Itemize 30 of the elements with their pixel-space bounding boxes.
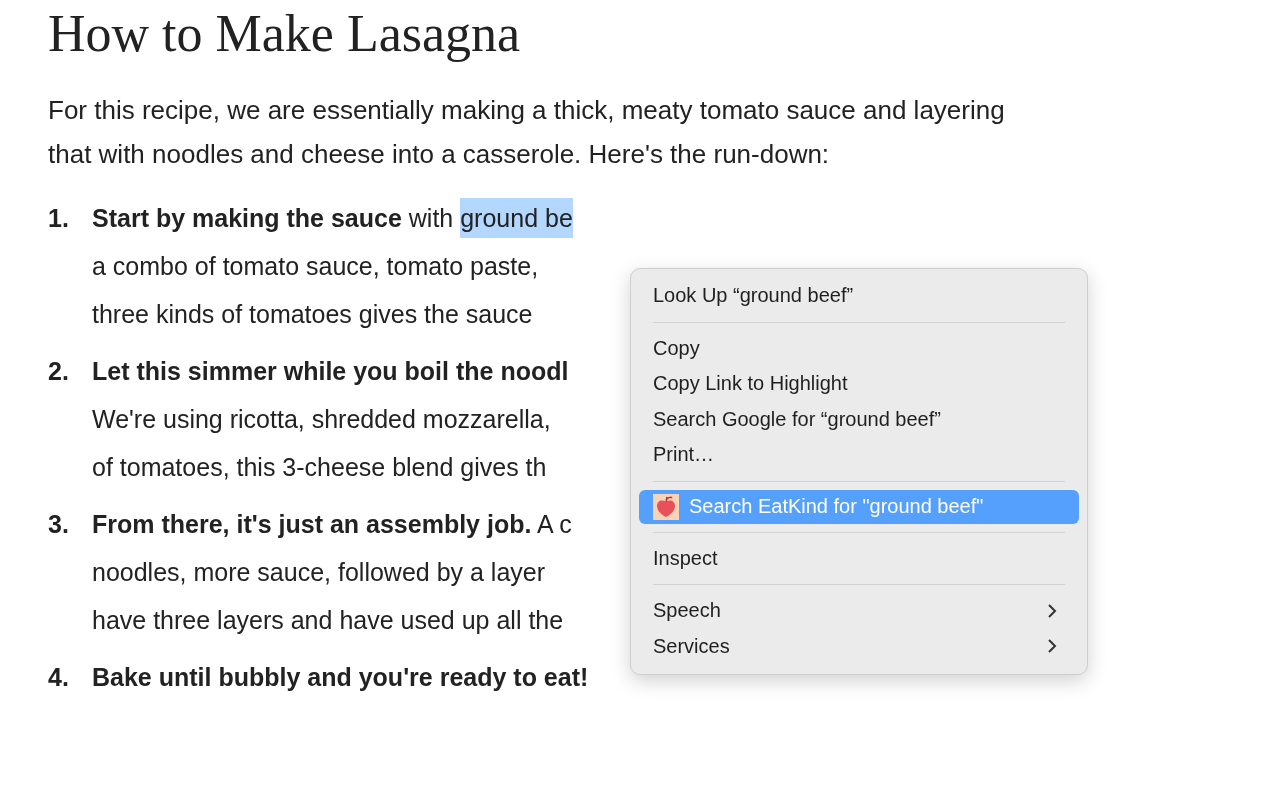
- step-text: Let this simmer while you boil the noodl: [92, 357, 569, 385]
- menu-item[interactable]: Search Google for “ground beef”: [639, 401, 1079, 437]
- step-text: of tomatoes, this 3-cheese blend gives th: [92, 453, 547, 481]
- menu-item[interactable]: Look Up “ground beef”: [639, 278, 1079, 314]
- step-number: 4.: [48, 662, 70, 693]
- intro-paragraph: For this recipe, we are essentially making a thick, meaty tomato sauce and layering that with noodles and cheese into a casserole. Here's the run-down:: [48, 94, 1006, 171]
- step-text: a combo of tomato sauce, tomato paste,: [92, 252, 539, 280]
- menu-item[interactable]: Print…: [639, 437, 1079, 473]
- step-text: A c: [535, 510, 572, 538]
- step-number: 1.: [48, 203, 70, 234]
- step-text: Bake until bubbly and you're ready to eat!: [92, 663, 589, 691]
- menu-item[interactable]: Services: [639, 628, 1079, 664]
- menu-item[interactable]: Copy Link to Highlight: [639, 366, 1079, 402]
- step-text: We're using ricotta, shredded mozzarella,: [92, 405, 551, 433]
- chevron-right-icon: [1047, 638, 1057, 655]
- step-text: with: [407, 204, 455, 232]
- menu-item[interactable]: Copy: [639, 330, 1079, 366]
- step-text: three kinds of tomatoes gives the sauce: [92, 300, 533, 328]
- selected-text: ground be: [460, 198, 573, 238]
- step-text: have three layers and have used up all the: [92, 606, 564, 634]
- step-text: From there, it's just an assembly job.: [92, 510, 532, 538]
- menu-item[interactable]: Inspect: [639, 540, 1079, 576]
- step-number: 2.: [48, 356, 70, 387]
- step-text: Start by making the sauce: [92, 204, 402, 232]
- chevron-right-icon: [1047, 602, 1057, 619]
- article-title: How to Make Lasagna: [48, 4, 522, 64]
- step-text: noodles, more sauce, followed by a layer: [92, 558, 546, 586]
- menu-item[interactable]: Speech: [639, 593, 1079, 629]
- apple-icon: [653, 493, 679, 520]
- step-number: 3.: [48, 509, 70, 540]
